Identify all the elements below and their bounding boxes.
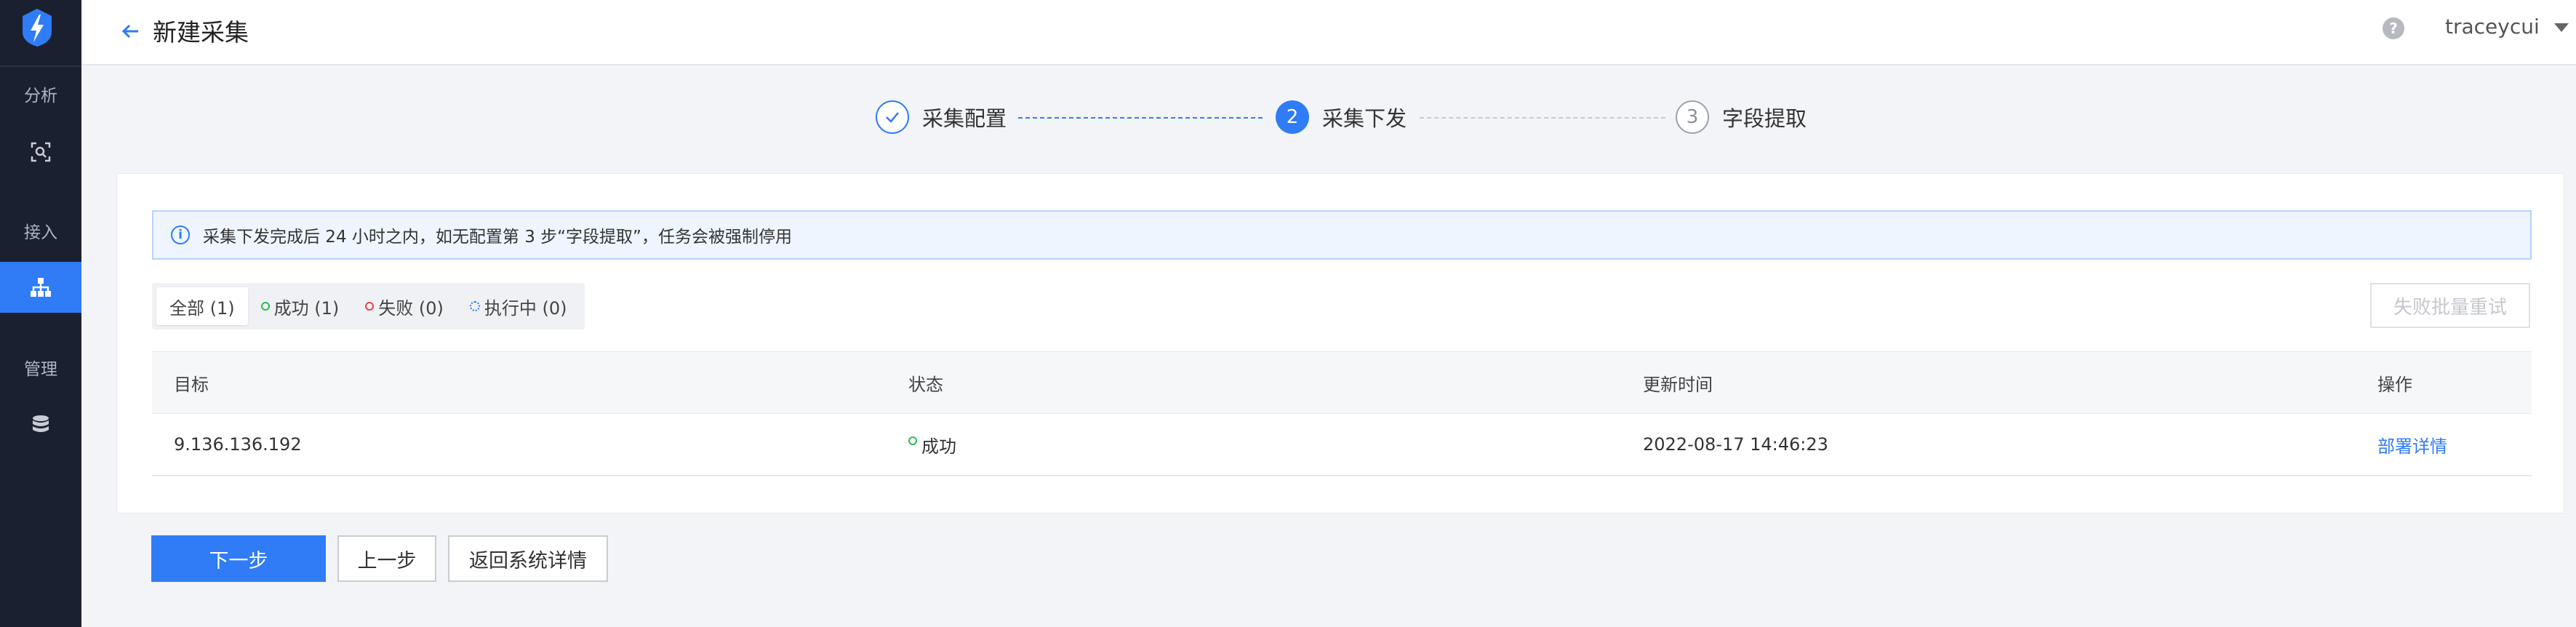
column-header: 更新时间 (1643, 374, 1713, 395)
page-title: 新建采集 (153, 18, 249, 47)
top-header: 新建采集 ? traceycui (81, 0, 2576, 65)
back-to-system-button[interactable]: 返回系统详情 (448, 535, 608, 582)
time-cell: 2022-08-17 14:46:23 (1643, 434, 1828, 455)
step-number: 3 (1676, 100, 1709, 134)
result-table: 目标 状态 更新时间 操作 9.136.136.192 成功 2022-08-1… (152, 351, 2532, 476)
filter-label: 全部 (1) (169, 297, 235, 319)
batch-retry-button[interactable]: 失败批量重试 (2370, 283, 2530, 328)
step-2: 2 采集下发 (1276, 100, 1407, 134)
column-header: 目标 (174, 374, 209, 395)
sidebar-section-label: 接入 (24, 223, 57, 242)
user-menu[interactable]: traceycui (2445, 15, 2540, 39)
column-header: 操作 (2377, 374, 2412, 395)
step-label: 字段提取 (1722, 106, 1807, 131)
check-icon (876, 100, 909, 134)
success-dot-icon (908, 436, 917, 445)
sidebar-item-access[interactable] (0, 262, 81, 313)
deploy-detail-link[interactable]: 部署详情 (2377, 414, 2447, 475)
step-label: 采集配置 (922, 106, 1007, 131)
sidebar-divider (0, 65, 81, 67)
sidebar: 分析 接入 管理 (0, 0, 81, 627)
target-cell: 9.136.136.192 (174, 434, 302, 455)
sitemap-icon (31, 278, 51, 297)
fail-dot-icon (365, 302, 375, 311)
step-label: 采集下发 (1322, 106, 1407, 131)
filter-all[interactable]: 全部 (1) (156, 287, 248, 325)
filter-fail[interactable]: 失败 (0) (352, 287, 457, 325)
table-header: 目标 状态 更新时间 操作 (152, 351, 2532, 414)
help-icon[interactable]: ? (2383, 17, 2404, 39)
app-root: 分析 接入 管理 新建采集 ? traceycui 采集配置 2 采集下发 3 … (0, 0, 2576, 627)
caret-down-icon[interactable] (2554, 23, 2569, 32)
sidebar-item-analysis[interactable] (0, 127, 81, 177)
content-card: i 采集下发完成后 24 小时之内，如无配置第 3 步“字段提取”，任务会被强制… (116, 173, 2564, 514)
step-number: 2 (1276, 100, 1309, 134)
filter-success[interactable]: 成功 (1) (248, 287, 353, 325)
column-header: 状态 (908, 374, 943, 395)
filter-label: 执行中 (0) (484, 297, 567, 319)
loading-spinner-icon (469, 301, 480, 311)
alert-text: 采集下发完成后 24 小时之内，如无配置第 3 步“字段提取”，任务会被强制停用 (203, 228, 792, 247)
prev-step-button[interactable]: 上一步 (337, 535, 436, 582)
step-3: 3 字段提取 (1676, 100, 1807, 134)
step-connector (1420, 117, 1665, 119)
sidebar-section-label: 管理 (24, 360, 57, 379)
step-connector (1018, 117, 1263, 119)
sidebar-section-label: 分析 (24, 87, 57, 105)
info-alert: i 采集下发完成后 24 小时之内，如无配置第 3 步“字段提取”，任务会被强制… (152, 210, 2532, 260)
back-arrow-icon[interactable] (118, 18, 144, 44)
filter-running[interactable]: 执行中 (0) (457, 287, 580, 325)
sidebar-item-manage[interactable] (0, 400, 81, 451)
status-cell: 成功 (908, 414, 956, 475)
next-step-button[interactable]: 下一步 (151, 535, 326, 582)
step-1: 采集配置 (876, 100, 1007, 134)
filter-label: 失败 (0) (378, 297, 444, 319)
status-text: 成功 (921, 436, 956, 457)
scan-icon (31, 142, 51, 162)
table-row: 9.136.136.192 成功 2022-08-17 14:46:23 部署详… (152, 414, 2532, 476)
logo-icon[interactable] (20, 7, 54, 48)
success-dot-icon (260, 302, 270, 311)
filter-label: 成功 (1) (273, 297, 340, 319)
status-filter: 全部 (1) 成功 (1) 失败 (0) 执行中 (0) (152, 283, 585, 330)
database-icon (33, 415, 49, 432)
info-icon: i (171, 225, 190, 244)
